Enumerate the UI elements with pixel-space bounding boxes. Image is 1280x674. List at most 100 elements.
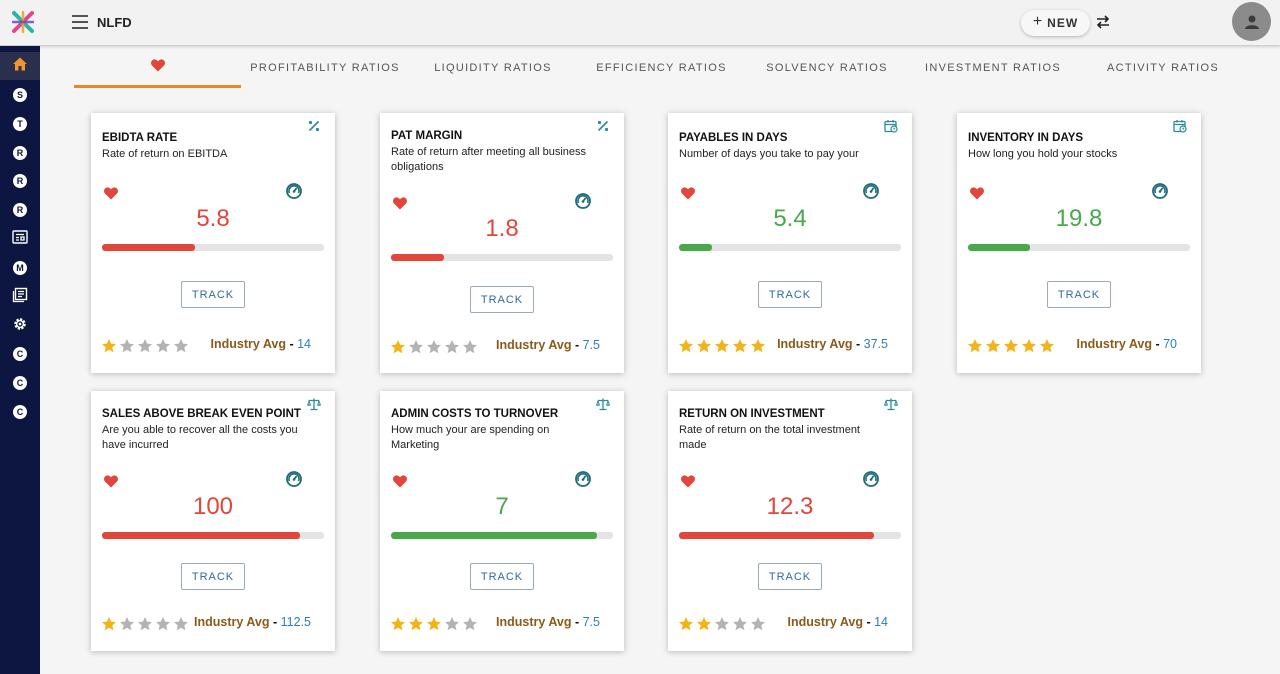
star-icon	[714, 616, 730, 632]
x-logo-icon[interactable]	[12, 11, 34, 33]
industry-average: Industry Avg - 7.5	[496, 615, 600, 629]
percent-icon	[596, 119, 610, 133]
heart-icon[interactable]	[680, 185, 696, 201]
progress-fill	[102, 532, 300, 539]
heart-icon[interactable]	[680, 473, 696, 489]
gauge-icon	[1152, 183, 1168, 199]
library-icon	[12, 287, 28, 308]
track-button[interactable]: TRACK	[758, 281, 822, 308]
industry-avg-separator: -	[1151, 337, 1164, 351]
tab-investment-ratios[interactable]: INVESTMENT RATIOS	[908, 48, 1078, 88]
user-avatar-icon[interactable]	[1232, 2, 1271, 41]
progress-bar	[391, 254, 613, 261]
card-description: How much your are spending on Marketing	[391, 424, 550, 451]
progress-bar	[102, 244, 324, 251]
c-circle-icon: C	[13, 376, 27, 390]
swap-arrows-icon[interactable]	[1095, 14, 1111, 30]
star-icon	[985, 338, 1001, 354]
star-icon	[1039, 338, 1055, 354]
progress-bar	[968, 244, 1190, 251]
card-title: PAT MARGIN	[391, 130, 463, 142]
card-title: SALES ABOVE BREAK EVEN POINT	[102, 408, 301, 420]
star-icon	[750, 616, 766, 632]
star-rating	[101, 338, 189, 354]
track-button[interactable]: TRACK	[470, 286, 534, 313]
track-button[interactable]: TRACK	[758, 563, 822, 590]
industry-avg-separator: -	[571, 615, 583, 629]
progress-bar	[102, 532, 324, 539]
card-title: INVENTORY IN DAYS	[968, 132, 1084, 144]
sidebar-item-10[interactable]	[0, 312, 40, 340]
sidebar-item-13[interactable]: C	[0, 398, 40, 426]
ratio-card: EBIDTA RATE Rate of return on EBITDA 5.8 TR…	[91, 113, 335, 373]
industry-average: Industry Avg - 37.5	[777, 337, 888, 351]
sidebar-item-8[interactable]: M	[0, 254, 40, 282]
card-description: Rate of return on EBITDA	[102, 148, 228, 160]
r-circle-icon: R	[13, 203, 27, 217]
star-icon	[119, 338, 135, 354]
top-bar: NLFD + NEW	[0, 0, 1280, 46]
progress-bar	[679, 532, 901, 539]
sidebar-item-3[interactable]: T	[0, 110, 40, 138]
industry-avg-label: Industry Avg	[1076, 337, 1152, 351]
star-icon	[390, 616, 406, 632]
sidebar-item-1[interactable]	[0, 52, 40, 80]
track-button[interactable]: TRACK	[470, 563, 534, 590]
sidebar-item-9[interactable]	[0, 283, 40, 311]
industry-avg-label: Industry Avg	[496, 338, 572, 352]
tab-liquidity-ratios[interactable]: LIQUIDITY RATIOS	[409, 48, 577, 88]
progress-fill	[391, 532, 598, 539]
heart-icon[interactable]	[392, 195, 408, 211]
industry-avg-separator: -	[852, 337, 864, 351]
track-button[interactable]: TRACK	[1047, 281, 1111, 308]
star-rating	[101, 616, 189, 632]
home-icon	[12, 56, 28, 77]
sidebar-item-11[interactable]: C	[0, 340, 40, 368]
track-button[interactable]: TRACK	[181, 281, 245, 308]
card-description: How long you hold your stocks	[968, 148, 1118, 160]
heart-icon[interactable]	[103, 473, 119, 489]
star-rating	[390, 616, 478, 632]
ratio-card: ADMIN COSTS TO TURNOVER How much your are…	[380, 391, 624, 651]
star-icon	[137, 338, 153, 354]
tab-label: ACTIVITY RATIOS	[1107, 62, 1219, 74]
ratio-value: 100	[192, 493, 234, 520]
card-description: Rate of return on the total investment m…	[679, 424, 860, 451]
ratio-value: 12.3	[766, 493, 814, 520]
progress-fill	[679, 244, 713, 251]
star-icon	[696, 616, 712, 632]
industry-avg-label: Industry Avg	[496, 615, 572, 629]
sidebar-item-5[interactable]: R	[0, 167, 40, 195]
card-title: PAYABLES IN DAYS	[679, 132, 788, 144]
tab-solvency-ratios[interactable]: SOLVENCY RATIOS	[746, 48, 908, 88]
tab-favorites[interactable]	[74, 48, 241, 88]
star-icon	[462, 339, 478, 355]
tab-activity-ratios[interactable]: ACTIVITY RATIOS	[1078, 48, 1248, 88]
star-icon	[678, 616, 694, 632]
hamburger-menu-icon[interactable]	[72, 15, 88, 29]
ratio-value: 19.8	[1055, 205, 1103, 232]
new-button[interactable]: + NEW	[1021, 10, 1090, 36]
c-circle-icon: C	[13, 405, 27, 419]
c-circle-icon: C	[13, 347, 27, 361]
sidebar-item-4[interactable]: R	[0, 139, 40, 167]
heart-icon[interactable]	[969, 185, 985, 201]
heart-icon[interactable]	[392, 473, 408, 489]
tab-profitability-ratios[interactable]: PROFITABILITY RATIOS	[241, 48, 409, 88]
industry-avg-value: 37.5	[863, 337, 888, 351]
sidebar-item-2[interactable]: S	[0, 81, 40, 109]
new-button-label: NEW	[1047, 16, 1079, 30]
tab-label: PROFITABILITY RATIOS	[250, 62, 400, 74]
heart-icon[interactable]	[103, 185, 119, 201]
progress-fill	[968, 244, 1031, 251]
tab-label: LIQUIDITY RATIOS	[434, 62, 552, 74]
tab-efficiency-ratios[interactable]: EFFICIENCY RATIOS	[577, 48, 746, 88]
industry-avg-separator: -	[862, 615, 875, 629]
track-button[interactable]: TRACK	[181, 563, 245, 590]
sidebar-item-12[interactable]: C	[0, 369, 40, 397]
balance-scale-icon	[883, 397, 899, 411]
sidebar-item-6[interactable]: R	[0, 196, 40, 224]
industry-avg-separator: -	[285, 337, 298, 351]
sidebar-item-7[interactable]	[0, 225, 40, 253]
card-title: EBIDTA RATE	[102, 132, 178, 144]
